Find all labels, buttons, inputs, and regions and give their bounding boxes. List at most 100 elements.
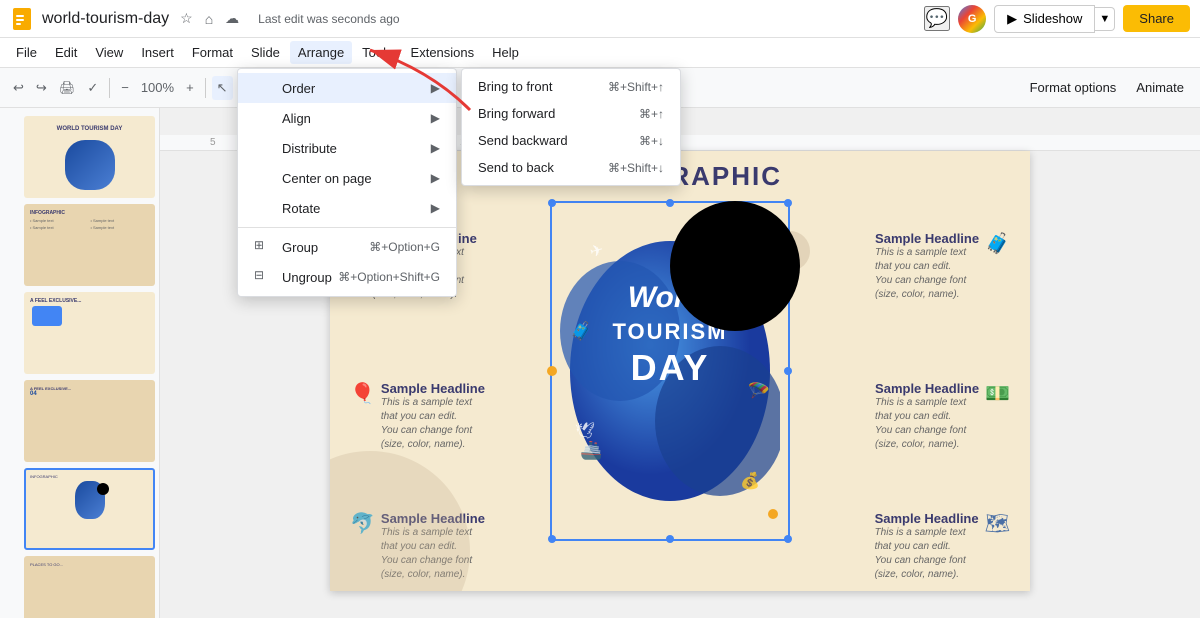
arrange-order[interactable]: Order ▶ <box>238 73 456 103</box>
handle-br[interactable] <box>784 535 792 543</box>
slideshow-dropdown-button[interactable]: ▼ <box>1095 7 1115 31</box>
section-bot-right: Sample Headline This is a sample texttha… <box>850 511 1010 582</box>
text-mr: This is a sample textthat you can edit.Y… <box>875 396 979 452</box>
order-icon <box>254 79 272 97</box>
title-icons: ☆ ⌂ ☁ <box>177 7 242 30</box>
handle-bl[interactable] <box>548 535 556 543</box>
handle-tr[interactable] <box>784 199 792 207</box>
order-submenu: Bring to front ⌘+Shift+↑ Bring forward ⌘… <box>461 68 681 186</box>
format-options-button[interactable]: Format options <box>1022 76 1125 99</box>
slideshow-button[interactable]: ▶ Slideshow <box>994 5 1095 33</box>
menu-insert[interactable]: Insert <box>133 41 182 64</box>
move-to-drive-button[interactable]: ⌂ <box>202 8 216 30</box>
order-arrow: ▶ <box>431 81 440 95</box>
arrange-distribute-label: Distribute <box>282 141 337 156</box>
menu-slide[interactable]: Slide <box>243 41 288 64</box>
slide-6-content: PLACES TO GO... <box>26 558 153 618</box>
text-tr: This is a sample textthat you can edit.Y… <box>875 246 979 302</box>
slide-4-thumb[interactable]: A FEEL EXCLUSIVE... 04 <box>24 380 155 462</box>
slide-5-thumb[interactable]: INFOGRAPHIC <box>24 468 155 550</box>
toolbar-zoom-level[interactable]: 100% <box>136 76 179 99</box>
arrange-ungroup-label: Ungroup <box>282 270 332 285</box>
slide-2-thumb[interactable]: INFOGRAPHIC • Sample text • Sample text … <box>24 204 155 286</box>
menu-extensions[interactable]: Extensions <box>403 41 483 64</box>
menu-format[interactable]: Format <box>184 41 241 64</box>
arrange-distribute[interactable]: Distribute ▶ <box>238 133 456 163</box>
bg-circle-1 <box>330 451 470 591</box>
title-bar: world-tourism-day ☆ ⌂ ☁ Last edit was se… <box>0 0 1200 38</box>
arrange-rotate-label: Rotate <box>282 201 320 216</box>
share-button[interactable]: Share <box>1123 5 1190 32</box>
menu-edit[interactable]: Edit <box>47 41 85 64</box>
toolbar-redo[interactable]: ↪ <box>31 76 52 100</box>
orange-dot-left <box>547 366 557 376</box>
headline-mr: Sample Headline <box>875 381 979 396</box>
star-button[interactable]: ☆ <box>177 7 196 30</box>
toolbar-undo[interactable]: ↩ <box>8 76 29 100</box>
doc-icon <box>10 7 34 31</box>
toolbar-sep-2 <box>205 78 206 98</box>
arrange-align-label: Align <box>282 111 311 126</box>
arrange-rotate[interactable]: Rotate ▶ <box>238 193 456 223</box>
arrange-ungroup[interactable]: ⊟ Ungroup ⌘+Option+Shift+G <box>238 262 456 292</box>
arrange-align[interactable]: Align ▶ <box>238 103 456 133</box>
black-circle-overlay <box>670 201 800 331</box>
animate-button[interactable]: Animate <box>1128 76 1192 99</box>
menu-bar: File Edit View Insert Format Slide Arran… <box>0 38 1200 68</box>
slide-5-wrapper: 5 INFOGRAPHIC <box>4 468 155 550</box>
comments-button[interactable]: 💬 <box>924 6 950 31</box>
bring-front-shortcut: ⌘+Shift+↑ <box>608 80 664 94</box>
align-arrow: ▶ <box>431 111 440 125</box>
align-icon <box>254 109 272 127</box>
slide-4-wrapper: 4 A FEEL EXCLUSIVE... 04 <box>4 380 155 462</box>
title-bar-right: 💬 G ▶ Slideshow ▼ Share <box>924 5 1190 33</box>
text-br: This is a sample textthat you can edit.Y… <box>875 526 979 582</box>
slide-2-grid: • Sample text • Sample text • Sample tex… <box>30 218 149 230</box>
section-mid-right: Sample Headline This is a sample texttha… <box>850 381 1010 452</box>
toolbar-zoom-in[interactable]: + <box>181 76 199 99</box>
slide-1-label: WORLD TOURISM DAY <box>30 126 149 132</box>
menu-view[interactable]: View <box>87 41 131 64</box>
slide-2-content: INFOGRAPHIC • Sample text • Sample text … <box>26 206 153 284</box>
menu-help[interactable]: Help <box>484 41 527 64</box>
badge-selection-container[interactable]: World TOURISM DAY ✈ 🧳 🚢 💰 🪂 🕊 <box>550 201 790 541</box>
menu-file[interactable]: File <box>8 41 45 64</box>
order-send-backward[interactable]: Send backward ⌘+↓ <box>462 127 680 154</box>
ungroup-icon: ⊟ <box>254 268 272 286</box>
arrange-dropdown: Order ▶ Align ▶ Distribute ▶ Center on p… <box>237 68 457 297</box>
slide-1-thumb[interactable]: WORLD TOURISM DAY <box>24 116 155 198</box>
slide-3-content: A FEEL EXCLUSIVE... <box>26 294 153 372</box>
handle-tl[interactable] <box>548 199 556 207</box>
section-mid-left: 🎈 Sample Headline This is a sample textt… <box>350 381 510 452</box>
rotate-icon <box>254 199 272 217</box>
slide-6-thumb[interactable]: PLACES TO GO... <box>24 556 155 618</box>
arrange-group[interactable]: ⊞ Group ⌘+Option+G <box>238 232 456 262</box>
toolbar-zoom-out[interactable]: − <box>116 76 134 99</box>
map-icon-br: 🗺 <box>985 511 1010 536</box>
handle-tc[interactable] <box>666 199 674 207</box>
menu-tools[interactable]: Tools <box>354 41 400 64</box>
arrange-group-label: Group <box>282 240 318 255</box>
center-arrow: ▶ <box>431 171 440 185</box>
handle-mr[interactable] <box>784 367 792 375</box>
order-bring-front[interactable]: Bring to front ⌘+Shift+↑ <box>462 73 680 100</box>
bring-forward-shortcut: ⌘+↑ <box>639 107 664 121</box>
menu-arrange[interactable]: Arrange <box>290 41 352 64</box>
headline-br: Sample Headline <box>875 511 979 526</box>
toolbar-cursor[interactable]: ↖ <box>212 76 233 100</box>
arrange-center[interactable]: Center on page ▶ <box>238 163 456 193</box>
toolbar-spellcheck[interactable]: ✓ <box>82 76 103 100</box>
order-send-back[interactable]: Send to back ⌘+Shift+↓ <box>462 154 680 181</box>
slide-1-badge <box>65 140 115 190</box>
distribute-arrow: ▶ <box>431 141 440 155</box>
cloud-status-button[interactable]: ☁ <box>222 7 242 30</box>
toolbar-print[interactable]: 🖨 <box>54 76 81 100</box>
google-account-icon: G <box>958 5 986 33</box>
group-shortcut: ⌘+Option+G <box>369 240 440 254</box>
handle-bc[interactable] <box>666 535 674 543</box>
order-bring-forward[interactable]: Bring forward ⌘+↑ <box>462 100 680 127</box>
slide-6-wrapper: 6 PLACES TO GO... <box>4 556 155 618</box>
doc-title: world-tourism-day <box>42 10 169 28</box>
slide-3-thumb[interactable]: A FEEL EXCLUSIVE... <box>24 292 155 374</box>
send-back-shortcut: ⌘+Shift+↓ <box>608 161 664 175</box>
